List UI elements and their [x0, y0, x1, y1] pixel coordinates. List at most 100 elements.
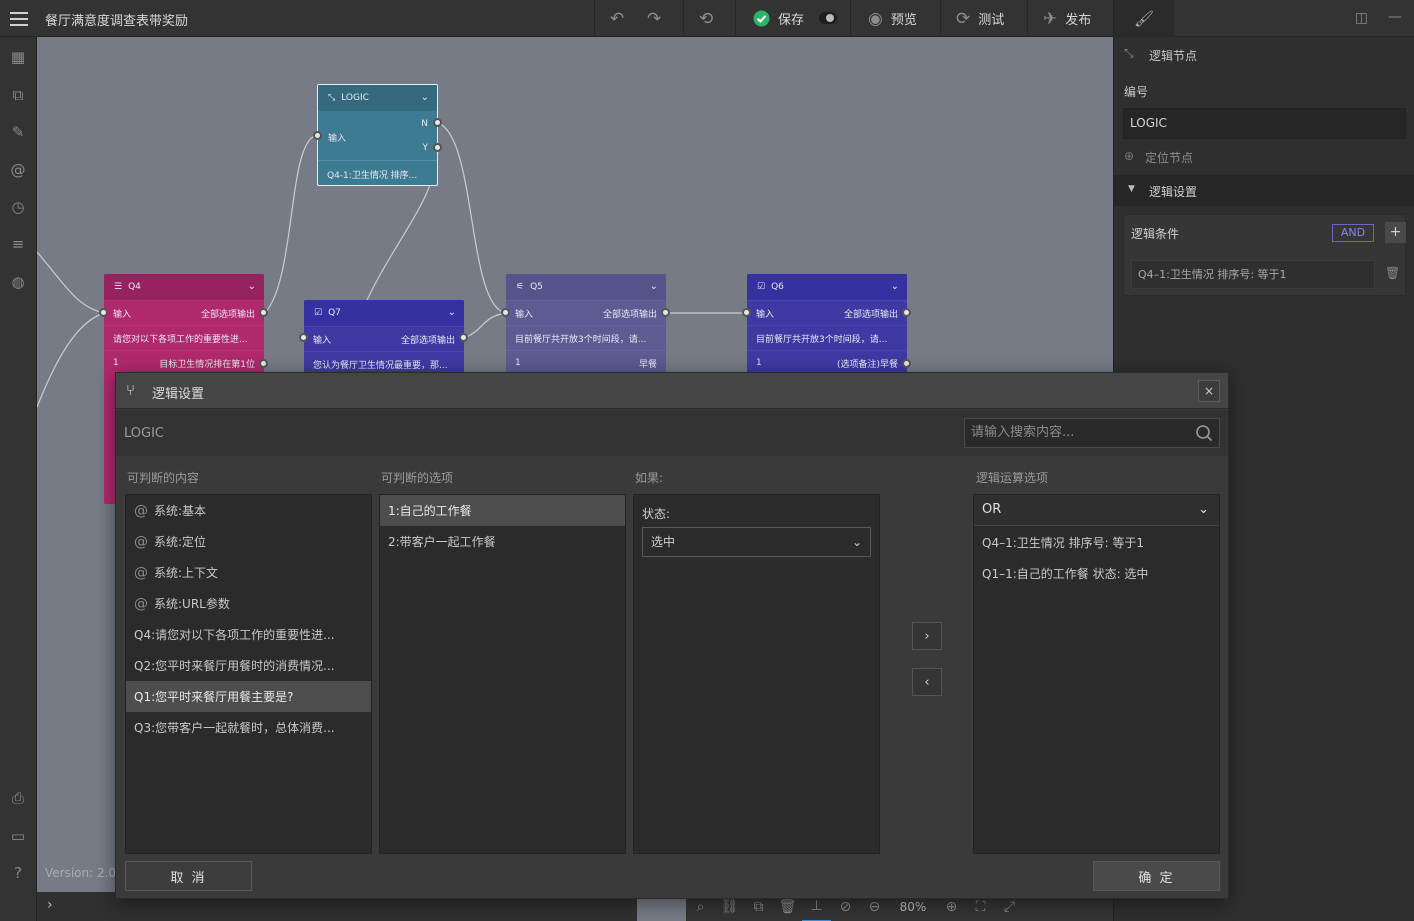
- chevron-down-icon[interactable]: ⌄: [448, 307, 456, 318]
- q5-opt-text: 早餐: [638, 359, 657, 370]
- state-select[interactable]: 选中 ⌄: [642, 527, 871, 557]
- app-title: 餐厅满意度调查表带奖励: [45, 14, 189, 29]
- list-item[interactable]: @ 系统:上下文: [126, 557, 371, 588]
- chevron-down-icon[interactable]: ⌄: [421, 92, 429, 103]
- option-item-selected[interactable]: 1:自己的工作餐: [380, 495, 625, 526]
- minimize-icon[interactable]: —: [1388, 9, 1402, 25]
- app-root: 餐厅满意度调查表带奖励 ↶ ↷ ⟲ 保存 ◉ 预览 ⟳ 测试 ✈ 发布 ▦ ⧉ …: [0, 0, 1414, 921]
- q6-opt-num: 1: [756, 358, 762, 368]
- q4-input-port[interactable]: [99, 308, 108, 317]
- q5-input-port[interactable]: [501, 308, 510, 317]
- chevron-down-icon[interactable]: ⌄: [891, 281, 899, 292]
- option-item[interactable]: 2:带客户一起工作餐: [380, 526, 625, 557]
- search-input[interactable]: 请输入搜索内容...: [964, 418, 1220, 448]
- logic-n-port[interactable]: [433, 118, 442, 127]
- list-item[interactable]: Q2:您平时来餐厅用餐时的消费情况...: [126, 650, 371, 681]
- chevron-down-icon[interactable]: ⌄: [248, 281, 256, 292]
- logic-input-port[interactable]: [313, 131, 322, 140]
- confirm-button[interactable]: 确 定: [1093, 861, 1220, 891]
- redo-button[interactable]: ↷: [647, 0, 661, 37]
- at-icon: @: [134, 502, 148, 519]
- grid-icon[interactable]: ▦: [8, 47, 28, 67]
- operator-panel: OR ⌄ Q4–1:卫生情况 排序号: 等于1 Q1–1:自己的工作餐 状态: …: [973, 494, 1220, 854]
- q6-output: 全部选项输出: [843, 309, 898, 320]
- and-button[interactable]: AND: [1332, 224, 1374, 242]
- version-label: Version: 2.0: [45, 866, 117, 880]
- folder-icon[interactable]: ▭: [8, 826, 28, 846]
- logic-y-port[interactable]: [433, 143, 442, 152]
- q6-node[interactable]: ☑ Q6 ⌄ 输入 全部选项输出 目前餐厅共开放3个时间段，请... 1 (选项备注…: [747, 274, 907, 374]
- eyedropper-icon[interactable]: ✎: [8, 122, 28, 142]
- autosave-toggle[interactable]: [819, 12, 837, 24]
- redo-icon: ↷: [647, 8, 662, 29]
- q4-option-port[interactable]: [259, 359, 268, 368]
- left-rail: ▦ ⧉ ✎ @ ◷ ≡ ◍ ⎙ ▭ ?: [0, 37, 37, 921]
- list-item-selected[interactable]: Q1:您平时来餐厅用餐主要是?: [126, 681, 371, 712]
- preview-button[interactable]: ◉ 预览: [868, 0, 917, 37]
- chevron-down-icon: ⌄: [1198, 502, 1209, 517]
- at-icon[interactable]: @: [8, 160, 28, 180]
- printer-icon[interactable]: ⎙: [8, 788, 28, 808]
- chevron-down-icon[interactable]: ⌄: [650, 281, 658, 292]
- branch-icon: ⤡: [328, 93, 336, 103]
- logic-settings-section[interactable]: ▼ 逻辑设置: [1114, 175, 1414, 206]
- list-item[interactable]: Q4:请您对以下各项工作的重要性进...: [126, 619, 371, 650]
- state-value: 选中: [651, 535, 676, 549]
- q6-output-port[interactable]: [902, 308, 911, 317]
- help-icon[interactable]: ?: [8, 863, 28, 883]
- text-lines-icon[interactable]: ≡: [8, 234, 28, 254]
- add-condition-button[interactable]: +: [1385, 222, 1406, 243]
- modal-header: ⑂ 逻辑设置 ×: [116, 373, 1228, 409]
- logic-node-y: Y: [422, 143, 429, 153]
- node-type-label: 逻辑节点: [1149, 49, 1198, 63]
- contents-list: @ 系统:基本 @ 系统:定位 @ 系统:上下文 @ 系统:URL参数 Q4:请您对以下…: [125, 494, 372, 854]
- move-right-button[interactable]: ›: [912, 622, 942, 650]
- q6-node-title: Q6: [771, 282, 784, 292]
- search-icon[interactable]: [1195, 424, 1213, 442]
- close-button[interactable]: ×: [1198, 380, 1220, 402]
- trash-icon[interactable]: 🗑: [1385, 266, 1400, 280]
- result-item[interactable]: Q1–1:自己的工作餐 状态: 选中: [974, 558, 1219, 589]
- list-item[interactable]: @ 系统:定位: [126, 526, 371, 557]
- test-button[interactable]: ⟳ 测试: [956, 0, 1004, 37]
- timer-icon[interactable]: ◷: [8, 197, 28, 217]
- q7-output-port[interactable]: [459, 333, 468, 342]
- q6-option-port[interactable]: [902, 359, 911, 368]
- list-item[interactable]: Q3:您带客户一起就餐时，总体消费...: [126, 712, 371, 743]
- publish-label: 发布: [1065, 13, 1092, 28]
- menu-button[interactable]: [0, 0, 37, 37]
- undo-button[interactable]: ↶: [610, 0, 624, 37]
- if-panel: 状态: 选中 ⌄: [633, 494, 880, 854]
- q7-node-title: Q7: [328, 308, 341, 318]
- move-left-button[interactable]: ‹: [912, 668, 942, 696]
- at-icon: @: [134, 595, 148, 612]
- modal-title: 逻辑设置: [152, 387, 205, 402]
- result-item[interactable]: Q4–1:卫生情况 排序号: 等于1: [974, 527, 1219, 558]
- publish-button[interactable]: ✈ 发布: [1043, 0, 1091, 37]
- layers-icon[interactable]: ⧉: [8, 85, 28, 105]
- save-button[interactable]: 保存: [753, 0, 804, 37]
- node-id-input[interactable]: LOGIC: [1123, 108, 1406, 139]
- brush-icon[interactable]: 🖌: [1114, 0, 1174, 37]
- q5-node[interactable]: ⚟ Q5 ⌄ 输入 全部选项输出 目前餐厅共开放3个时间段，请... 1 早餐: [506, 274, 666, 374]
- q7-input-port[interactable]: [299, 333, 308, 342]
- chevron-right-icon[interactable]: ›: [47, 897, 53, 913]
- logic-condition-box: 逻辑条件 AND + Q4–1:卫生情况 排序号: 等于1 🗑: [1123, 214, 1406, 296]
- q4-output-port[interactable]: [259, 308, 268, 317]
- q5-input: 输入: [515, 309, 534, 320]
- locate-node-link[interactable]: 定位节点: [1145, 149, 1193, 166]
- palette-icon[interactable]: ◍: [8, 272, 28, 292]
- q6-input-port[interactable]: [742, 308, 751, 317]
- search-placeholder: 请输入搜索内容...: [971, 425, 1075, 440]
- split-view-icon[interactable]: ◫: [1355, 10, 1368, 26]
- q5-output-port[interactable]: [661, 308, 670, 317]
- list-item[interactable]: @ 系统:URL参数: [126, 588, 371, 619]
- operator-select[interactable]: OR ⌄: [974, 495, 1219, 526]
- logic-node[interactable]: ⤡ LOGIC ⌄ 输入 N Y Q4-1:卫生情况 排序...: [317, 84, 438, 186]
- branch-icon: ⤡: [1124, 46, 1134, 60]
- list-item[interactable]: @ 系统:基本: [126, 495, 371, 526]
- reset-button[interactable]: ⟲: [699, 0, 713, 37]
- q7-node[interactable]: ☑ Q7 ⌄ 输入 全部选项输出 您认为餐厅卫生情况最重要，那...: [304, 300, 464, 380]
- cancel-button[interactable]: 取 消: [125, 861, 252, 891]
- close-icon: ×: [1203, 384, 1215, 398]
